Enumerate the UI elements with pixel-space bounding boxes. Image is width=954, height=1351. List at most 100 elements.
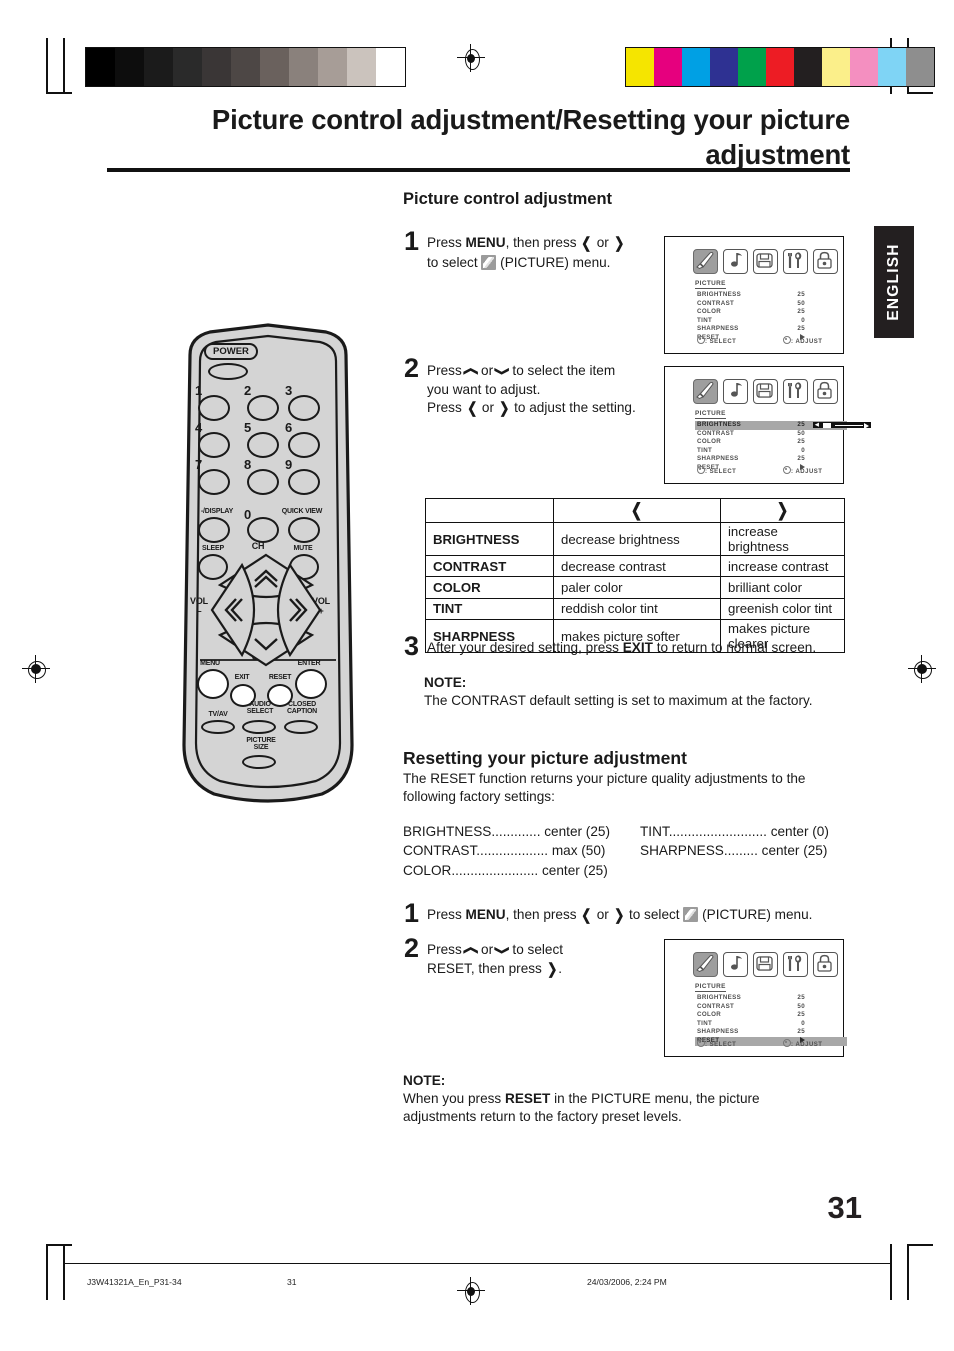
- step-2-number: 2: [404, 353, 420, 383]
- step-2-line2: you want to adjust.: [427, 381, 541, 397]
- select-dot-icon: [697, 336, 705, 344]
- setup-icon[interactable]: [753, 952, 778, 977]
- setup-icon[interactable]: [753, 379, 778, 404]
- gray-swatch: [347, 48, 376, 86]
- zero-button[interactable]: [247, 517, 279, 543]
- osd-footer-adjust: : ADJUST: [783, 336, 822, 345]
- number-5-button[interactable]: [247, 432, 279, 458]
- osd-row[interactable]: COLOR 25: [695, 1011, 847, 1020]
- factory-setting-name: TINT: [640, 824, 669, 839]
- osd-row[interactable]: TINT 0: [695, 317, 847, 326]
- osd-row[interactable]: CONTRAST 50: [695, 1003, 847, 1012]
- function-tools-icon[interactable]: [783, 249, 808, 274]
- closed-caption-button[interactable]: [284, 720, 318, 734]
- number-6-button[interactable]: [288, 432, 320, 458]
- bar-knob[interactable]: [823, 422, 831, 428]
- number-4-button[interactable]: [198, 432, 230, 458]
- number-7-button[interactable]: [198, 469, 230, 495]
- osd-panel-picture-menu-1: PICTURE BRIGHTNESS 25 CONTRAST 50 COLOR 25 TIN…: [664, 236, 844, 354]
- number-3-button[interactable]: [288, 395, 320, 421]
- osd-row[interactable]: TINT 0: [695, 447, 847, 456]
- registration-mark-right: [908, 655, 936, 683]
- audio-select-button[interactable]: [242, 720, 276, 734]
- reset-step-2-text: Press ❮ or ❯ to select RESET, then press…: [427, 941, 657, 980]
- power-label: POWER: [213, 346, 249, 357]
- step-1-text: Press MENU, then press ❮ or ❯ to select …: [427, 234, 647, 272]
- tv-av-label: TV/AV: [208, 711, 228, 718]
- audio-note-icon[interactable]: [723, 952, 748, 977]
- osd-row[interactable]: CONTRAST 50: [695, 300, 847, 309]
- setup-icon[interactable]: [753, 249, 778, 274]
- picture-brush-icon[interactable]: [693, 379, 718, 404]
- crop-mark-top-left-h: [46, 92, 72, 94]
- dpad-cluster[interactable]: [208, 551, 324, 669]
- display-button[interactable]: [198, 517, 230, 543]
- quick-view-button[interactable]: [288, 517, 320, 543]
- osd-row[interactable]: SHARPNESS 25: [695, 1028, 847, 1037]
- osd-row-name: CONTRAST: [697, 299, 735, 307]
- osd-footer-select: : SELECT: [697, 336, 736, 345]
- note-text: The CONTRAST default setting is set to m…: [424, 693, 813, 709]
- color-swatch: [794, 48, 822, 86]
- osd-row-value: 25: [797, 1011, 805, 1019]
- osd-row-list: BRIGHTNESS 25 ◀ CONTRAST 50 COLOR 25 TINT 0 SHARP…: [695, 421, 871, 473]
- number-5-label: 5: [244, 420, 252, 435]
- osd-row-list: BRIGHTNESS 25 CONTRAST 50 COLOR 25 TINT 0 SHARPN…: [695, 994, 847, 1046]
- osd-row-name: TINT: [697, 446, 713, 454]
- table-cell-label: BRIGHTNESS: [425, 522, 554, 556]
- osd-row-name: BRIGHTNESS: [697, 291, 742, 298]
- table-cell-label: TINT: [425, 597, 554, 621]
- picture-size-button[interactable]: [242, 755, 276, 769]
- osd-row[interactable]: SHARPNESS 25: [695, 325, 847, 334]
- function-tools-icon[interactable]: [783, 379, 808, 404]
- registration-mark-left: [22, 655, 50, 683]
- menu-key-label: MENU: [465, 235, 506, 250]
- osd-row[interactable]: COLOR 25: [695, 308, 847, 317]
- osd-footer-select: : SELECT: [697, 466, 736, 475]
- osd-icon-row: [693, 952, 838, 977]
- audio-note-icon[interactable]: [723, 379, 748, 404]
- osd-row[interactable]: CONTRAST 50: [695, 430, 847, 439]
- osd-row[interactable]: BRIGHTNESS 25 ◀: [695, 421, 871, 430]
- osd-row[interactable]: COLOR 25: [695, 438, 847, 447]
- menu-key-label: MENU: [465, 907, 506, 922]
- resetting-intro: The RESET function returns your picture …: [403, 770, 833, 806]
- reset-step-2-line1: Press ❮ or ❯ to select: [427, 942, 564, 957]
- ch-up-label: CH: [251, 541, 265, 551]
- function-tools-icon[interactable]: [783, 952, 808, 977]
- table-cell-label: CONTRAST: [425, 554, 554, 578]
- number-7-label: 7: [195, 457, 203, 472]
- lock-icon[interactable]: [813, 249, 838, 274]
- osd-row[interactable]: BRIGHTNESS 25: [695, 291, 847, 300]
- table-cell-left: decrease contrast: [553, 554, 721, 578]
- osd-icon-row: [693, 249, 838, 274]
- factory-setting-dots: .........: [723, 843, 762, 859]
- lock-icon[interactable]: [813, 952, 838, 977]
- osd-row[interactable]: SHARPNESS 25: [695, 455, 847, 464]
- number-1-button[interactable]: [198, 395, 230, 421]
- footer-filename: J3W41321A_En_P31-34: [87, 1277, 182, 1287]
- table-cell-right: greenish color tint: [720, 597, 845, 621]
- number-8-button[interactable]: [247, 469, 279, 495]
- osd-tab-name: PICTURE: [695, 410, 726, 419]
- number-2-button[interactable]: [247, 395, 279, 421]
- gray-swatch: [202, 48, 231, 86]
- gray-swatch: [173, 48, 202, 86]
- color-swatch: [682, 48, 710, 86]
- tv-av-button[interactable]: [201, 720, 235, 734]
- bar-right-arrow-icon: [864, 422, 869, 429]
- step-2-line3: Press ❮ or ❯ to adjust the setting.: [427, 400, 636, 417]
- power-button[interactable]: [208, 363, 248, 380]
- osd-row[interactable]: BRIGHTNESS 25: [695, 994, 847, 1003]
- osd-adjust-bar[interactable]: ◀: [813, 422, 871, 429]
- color-calibration-bar: [625, 47, 935, 87]
- audio-note-icon[interactable]: [723, 249, 748, 274]
- number-9-button[interactable]: [288, 469, 320, 495]
- osd-row-name: CONTRAST: [697, 429, 735, 437]
- osd-row[interactable]: TINT 0: [695, 1020, 847, 1029]
- picture-brush-icon[interactable]: [693, 249, 718, 274]
- select-dot-icon: [697, 466, 705, 474]
- lock-icon[interactable]: [813, 379, 838, 404]
- adjustment-direction-table: ❮ ❯ BRIGHTNESS decrease brightness increase …: [425, 498, 845, 654]
- picture-brush-icon[interactable]: [693, 952, 718, 977]
